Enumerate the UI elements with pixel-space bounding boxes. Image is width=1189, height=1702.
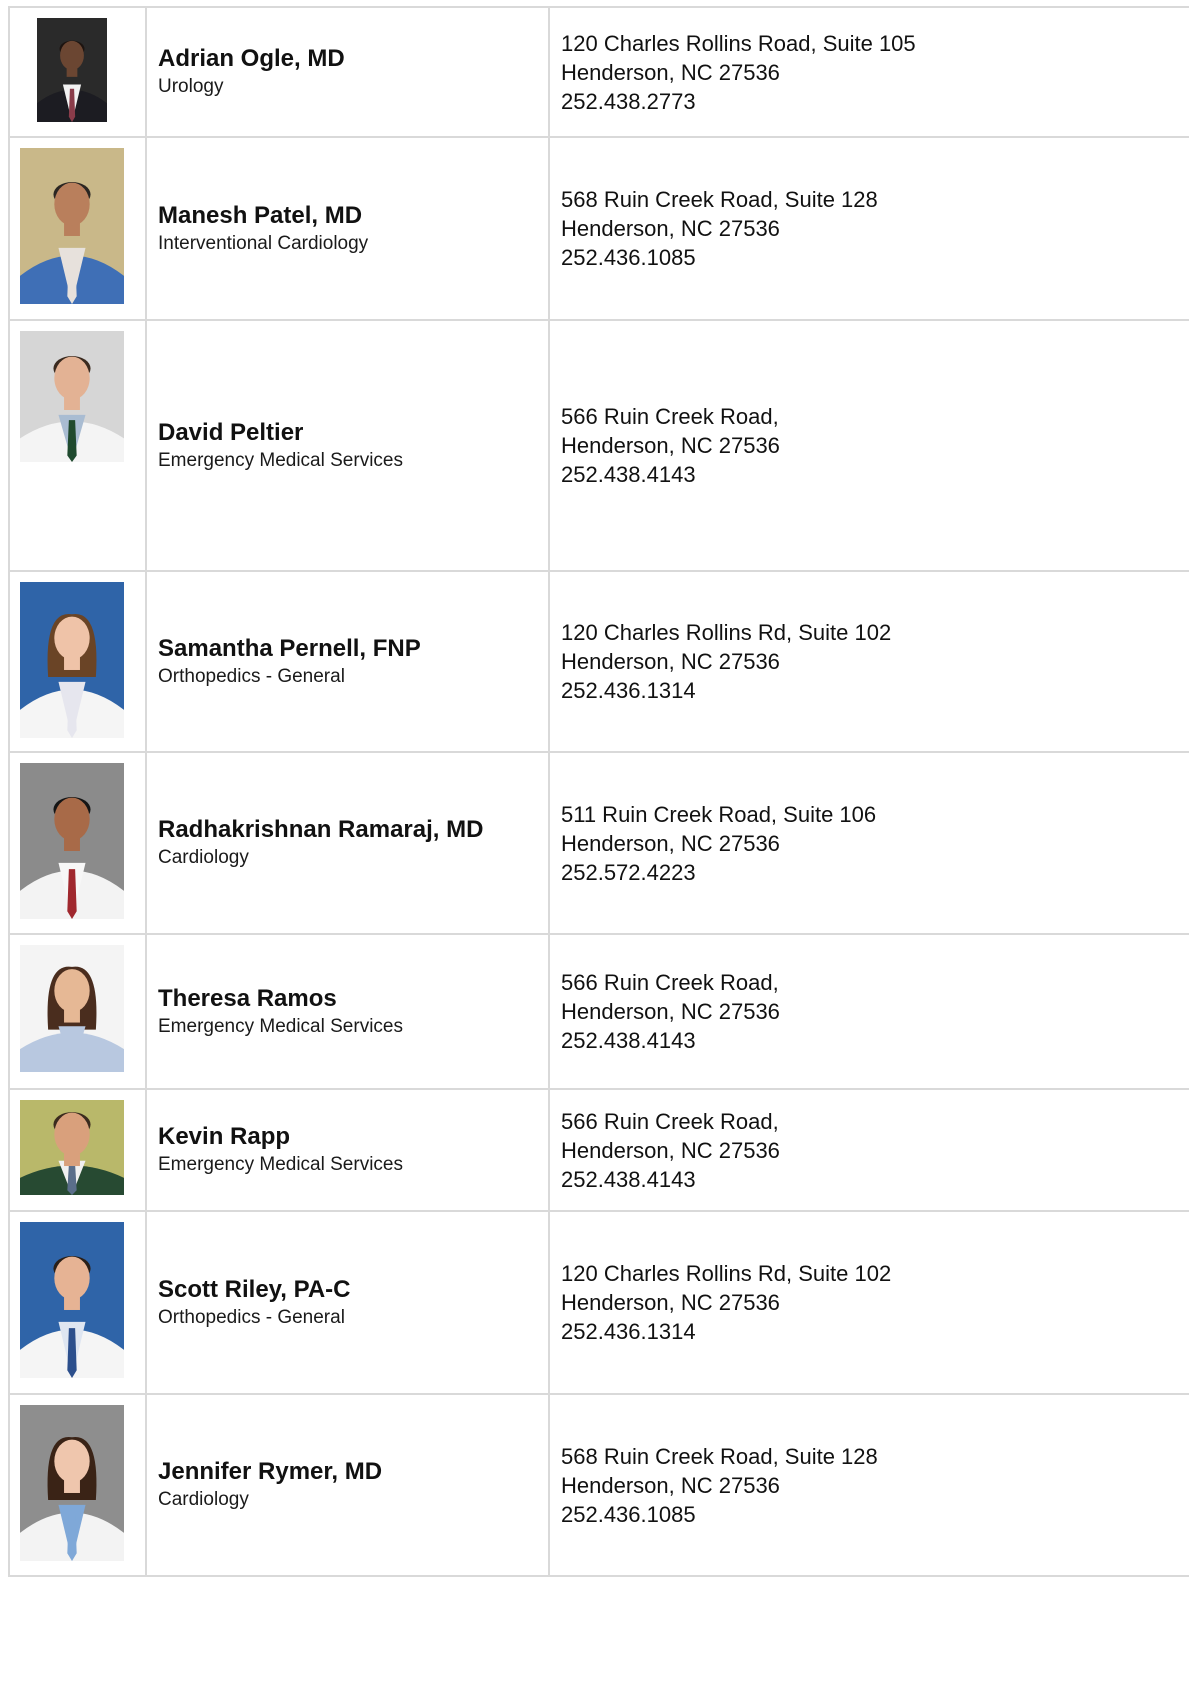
address-city: Henderson, NC 27536 <box>561 1472 780 1498</box>
provider-address-cell: 568 Ruin Creek Road, Suite 128 Henderson… <box>548 136 1189 321</box>
provider-name-cell: Jennifer Rymer, MD Cardiology <box>145 1393 550 1577</box>
provider-photo <box>20 331 124 462</box>
provider-photo-cell <box>8 751 147 935</box>
provider-name: Theresa Ramos <box>158 984 337 1012</box>
address-city: Henderson, NC 27536 <box>561 1290 780 1315</box>
provider-address-cell: 120 Charles Rollins Rd, Suite 102 Hender… <box>548 1210 1189 1395</box>
address-street: 566 Ruin Creek Road, <box>561 404 779 429</box>
provider-photo-cell <box>8 933 147 1090</box>
provider-name: David Peltier <box>158 418 304 446</box>
provider-row: Samantha Pernell, FNP Orthopedics - Gene… <box>8 570 1189 753</box>
phone-number[interactable]: 252.572.4223 <box>561 858 1189 887</box>
provider-name-cell: Theresa Ramos Emergency Medical Services <box>145 933 550 1090</box>
provider-name: Kevin Rapp <box>158 1123 291 1150</box>
provider-address-cell: 568 Ruin Creek Road, Suite 128 Henderson… <box>548 1393 1189 1577</box>
provider-address-cell: 566 Ruin Creek Road, Henderson, NC 27536… <box>548 1088 1189 1212</box>
provider-row: Theresa Ramos Emergency Medical Services… <box>8 933 1189 1090</box>
phone-number[interactable]: 252.436.1085 <box>561 1500 1189 1529</box>
address-street: 568 Ruin Creek Road, Suite 128 <box>561 187 878 212</box>
provider-list: Adrian Ogle, MD Urology 120 Charles Roll… <box>8 6 1189 1577</box>
provider-name: Manesh Patel, MD <box>158 201 363 229</box>
provider-address-cell: 120 Charles Rollins Road, Suite 105 Hend… <box>548 6 1189 138</box>
provider-specialty: Orthopedics - General <box>158 665 345 687</box>
provider-photo-cell <box>8 136 147 321</box>
address-city: Henderson, NC 27536 <box>561 433 780 458</box>
provider-specialty: Cardiology <box>158 1489 249 1510</box>
phone-number[interactable]: 252.438.4143 <box>561 460 1189 489</box>
provider-photo-cell <box>8 1210 147 1395</box>
provider-photo-cell <box>8 6 147 138</box>
provider-name-cell: Scott Riley, PA-C Orthopedics - General <box>145 1210 550 1395</box>
provider-row: Jennifer Rymer, MD Cardiology 568 Ruin C… <box>8 1393 1189 1577</box>
phone-number[interactable]: 252.436.1314 <box>561 676 1189 705</box>
provider-specialty: Urology <box>158 76 224 97</box>
provider-name-cell: Kevin Rapp Emergency Medical Services <box>145 1088 550 1212</box>
address-city: Henderson, NC 27536 <box>561 830 780 856</box>
provider-name-cell: Adrian Ogle, MD Urology <box>145 6 550 138</box>
provider-name: Radhakrishnan Ramaraj, MD <box>158 816 484 843</box>
provider-photo-cell <box>8 1393 147 1577</box>
provider-photo <box>20 763 124 919</box>
provider-name: Adrian Ogle, MD <box>158 45 345 72</box>
provider-photo <box>20 1405 124 1561</box>
provider-photo <box>20 582 124 738</box>
provider-name-cell: Manesh Patel, MD Interventional Cardiolo… <box>145 136 550 321</box>
provider-row: Radhakrishnan Ramaraj, MD Cardiology 511… <box>8 751 1189 935</box>
address-city: Henderson, NC 27536 <box>561 216 780 241</box>
provider-address-cell: 566 Ruin Creek Road, Henderson, NC 27536… <box>548 319 1189 572</box>
provider-address-cell: 120 Charles Rollins Rd, Suite 102 Hender… <box>548 570 1189 753</box>
address-city: Henderson, NC 27536 <box>561 649 780 674</box>
provider-specialty: Emergency Medical Services <box>158 1154 403 1175</box>
provider-row: Manesh Patel, MD Interventional Cardiolo… <box>8 136 1189 321</box>
provider-specialty: Cardiology <box>158 847 249 868</box>
address-street: 566 Ruin Creek Road, <box>561 1108 779 1134</box>
provider-photo <box>20 945 124 1072</box>
provider-photo-cell <box>8 570 147 753</box>
address-city: Henderson, NC 27536 <box>561 59 780 85</box>
provider-row: Kevin Rapp Emergency Medical Services 56… <box>8 1088 1189 1212</box>
phone-number[interactable]: 252.436.1085 <box>561 243 1189 272</box>
address-street: 120 Charles Rollins Rd, Suite 102 <box>561 1261 892 1286</box>
provider-address-cell: 566 Ruin Creek Road, Henderson, NC 27536… <box>548 933 1189 1090</box>
provider-name: Jennifer Rymer, MD <box>158 1458 383 1485</box>
provider-name-cell: David Peltier Emergency Medical Services <box>145 319 550 572</box>
address-city: Henderson, NC 27536 <box>561 999 780 1024</box>
provider-photo <box>20 1100 124 1195</box>
phone-number[interactable]: 252.436.1314 <box>561 1317 1189 1346</box>
provider-photo-cell <box>8 319 147 572</box>
provider-photo <box>20 1222 124 1378</box>
provider-photo-cell <box>8 1088 147 1212</box>
address-street: 120 Charles Rollins Road, Suite 105 <box>561 30 916 56</box>
provider-row: Scott Riley, PA-C Orthopedics - General … <box>8 1210 1189 1395</box>
address-city: Henderson, NC 27536 <box>561 1137 780 1163</box>
provider-specialty: Emergency Medical Services <box>158 449 403 471</box>
provider-directory-table: Adrian Ogle, MD Urology 120 Charles Roll… <box>8 6 1189 1577</box>
provider-photo <box>37 18 107 122</box>
phone-number[interactable]: 252.438.4143 <box>561 1165 1189 1194</box>
provider-photo <box>20 148 124 304</box>
provider-specialty: Interventional Cardiology <box>158 232 369 254</box>
provider-name-cell: Radhakrishnan Ramaraj, MD Cardiology <box>145 751 550 935</box>
address-street: 566 Ruin Creek Road, <box>561 970 779 995</box>
phone-number[interactable]: 252.438.4143 <box>561 1026 1189 1055</box>
address-street: 568 Ruin Creek Road, Suite 128 <box>561 1443 878 1469</box>
provider-name-cell: Samantha Pernell, FNP Orthopedics - Gene… <box>145 570 550 753</box>
address-street: 120 Charles Rollins Rd, Suite 102 <box>561 620 892 645</box>
phone-number[interactable]: 252.438.2773 <box>561 87 1189 116</box>
provider-row: Adrian Ogle, MD Urology 120 Charles Roll… <box>8 6 1189 138</box>
address-street: 511 Ruin Creek Road, Suite 106 <box>561 801 877 827</box>
provider-name: Scott Riley, PA-C <box>158 1275 351 1303</box>
provider-name: Samantha Pernell, FNP <box>158 634 421 662</box>
provider-specialty: Emergency Medical Services <box>158 1015 403 1037</box>
provider-specialty: Orthopedics - General <box>158 1306 345 1328</box>
provider-row: David Peltier Emergency Medical Services… <box>8 319 1189 572</box>
provider-address-cell: 511 Ruin Creek Road, Suite 106 Henderson… <box>548 751 1189 935</box>
